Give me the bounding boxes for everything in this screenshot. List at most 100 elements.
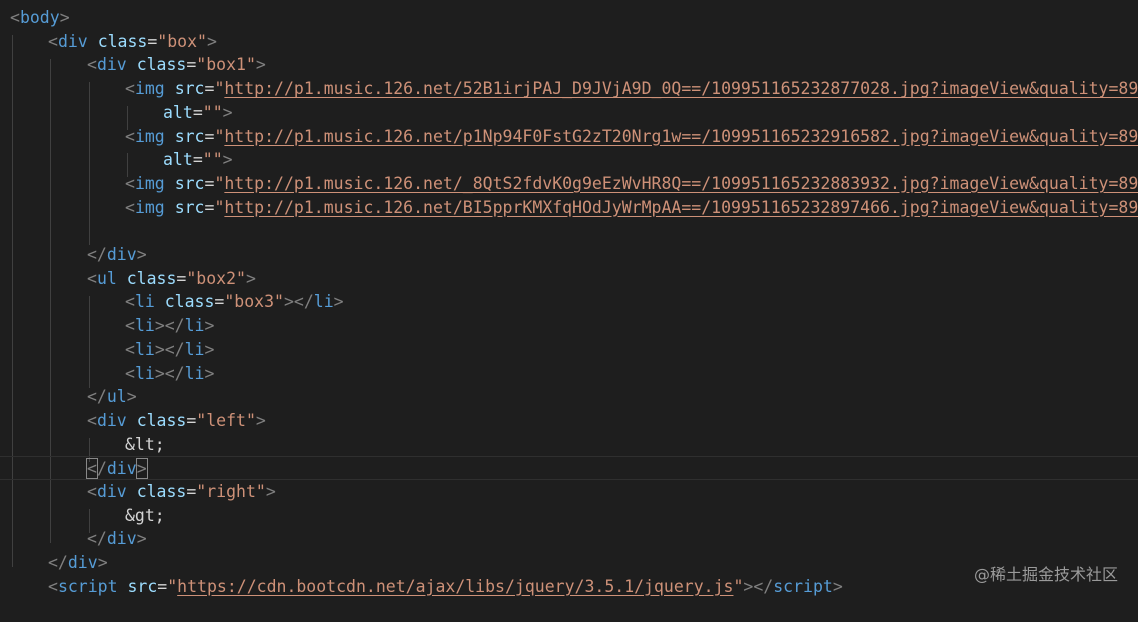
- equals-sign: =: [147, 32, 157, 51]
- bracket: >: [137, 529, 147, 548]
- code-line[interactable]: <li></li>: [0, 314, 1138, 338]
- tag-name: div: [97, 482, 127, 501]
- code-line[interactable]: <script src="https://cdn.bootcdn.net/aja…: [0, 575, 1138, 599]
- bracket: >: [205, 340, 215, 359]
- quote: ": [167, 577, 177, 596]
- attribute-name: class: [137, 482, 187, 501]
- bracket: >: [334, 292, 344, 311]
- code-line[interactable]: <img src="http://p1.music.126.net/52B1ir…: [0, 77, 1138, 101]
- quote: ": [214, 174, 224, 193]
- attribute-name: alt: [163, 150, 193, 169]
- bracket: <: [87, 411, 97, 430]
- equals-sign: =: [214, 292, 224, 311]
- code-line[interactable]: </div>: [0, 551, 1138, 575]
- code-line[interactable]: <img src="http://p1.music.126.net/_8QtS2…: [0, 172, 1138, 196]
- code-line[interactable]: <div class="box1">: [0, 53, 1138, 77]
- code-line[interactable]: <img src="http://p1.music.126.net/BI5ppr…: [0, 196, 1138, 220]
- url-link[interactable]: http://p1.music.126.net/_8QtS2fdvK0g9eEz…: [224, 174, 1138, 193]
- quote: ": [256, 482, 266, 501]
- code-line[interactable]: </ul>: [0, 385, 1138, 409]
- code-line-current[interactable]: </div>: [0, 456, 1138, 480]
- attribute-name: class: [137, 411, 187, 430]
- quote: ": [196, 55, 206, 74]
- tag-name: li: [314, 292, 334, 311]
- bracket: >: [833, 577, 843, 596]
- tag-name: div: [107, 459, 137, 478]
- bracket-match-highlight: >: [137, 459, 147, 478]
- tag-name: li: [185, 340, 205, 359]
- bracket: <: [10, 8, 20, 27]
- equals-sign: =: [193, 150, 203, 169]
- code-line[interactable]: <ul class="box2">: [0, 267, 1138, 291]
- bracket: </: [48, 553, 68, 572]
- code-line-partial: [0, 599, 1138, 622]
- bracket: >: [127, 387, 137, 406]
- bracket: </: [87, 529, 107, 548]
- code-line[interactable]: </div>: [0, 243, 1138, 267]
- tag-name: li: [135, 340, 155, 359]
- attribute-name: src: [175, 79, 205, 98]
- attribute-name: src: [175, 174, 205, 193]
- attribute-value: box: [167, 32, 197, 51]
- bracket: >: [60, 8, 70, 27]
- code-line[interactable]: alt="">: [0, 148, 1138, 172]
- code-line[interactable]: <li></li>: [0, 362, 1138, 386]
- code-editor[interactable]: <body> <div class="box"> <div class="box…: [0, 0, 1138, 605]
- code-line[interactable]: <body>: [0, 6, 1138, 30]
- quote: ": [157, 32, 167, 51]
- bracket: <: [125, 198, 135, 217]
- attribute-value: box2: [196, 269, 236, 288]
- attribute-name: src: [175, 127, 205, 146]
- quote: ": [236, 269, 246, 288]
- tag-name: script: [773, 577, 833, 596]
- code-line[interactable]: <li></li>: [0, 338, 1138, 362]
- bracket: </: [87, 245, 107, 264]
- bracket: ></: [155, 340, 185, 359]
- url-link[interactable]: http://p1.music.126.net/p1Np94F0FstG2zT2…: [224, 127, 1138, 146]
- code-line[interactable]: [0, 219, 1138, 243]
- url-link[interactable]: http://p1.music.126.net/52B1irjPAJ_D9JVj…: [224, 79, 1138, 98]
- entity-text: &lt;: [125, 435, 165, 454]
- bracket: >: [256, 55, 266, 74]
- equals-sign: =: [193, 103, 203, 122]
- bracket: ></: [284, 292, 314, 311]
- bracket: >: [205, 316, 215, 335]
- code-line[interactable]: alt="">: [0, 101, 1138, 125]
- attribute-name: src: [175, 198, 205, 217]
- quote: ": [733, 577, 743, 596]
- equals-sign: =: [205, 79, 215, 98]
- tag-name: body: [20, 8, 60, 27]
- tag-name: div: [107, 529, 137, 548]
- tag-name: li: [185, 316, 205, 335]
- bracket: <: [125, 316, 135, 335]
- url-link[interactable]: https://cdn.bootcdn.net/ajax/libs/jquery…: [177, 577, 733, 596]
- bracket: <: [125, 127, 135, 146]
- quote: ": [203, 150, 213, 169]
- code-line[interactable]: <div class="right">: [0, 480, 1138, 504]
- bracket: >: [266, 482, 276, 501]
- url-link[interactable]: http://p1.music.126.net/BI5pprKMXfqHOdJy…: [224, 198, 1138, 217]
- code-line[interactable]: <div class="left">: [0, 409, 1138, 433]
- code-line[interactable]: <li class="box3"></li>: [0, 290, 1138, 314]
- code-line[interactable]: <div class="box">: [0, 30, 1138, 54]
- tag-name: li: [185, 364, 205, 383]
- code-line[interactable]: </div>: [0, 527, 1138, 551]
- bracket: >: [223, 103, 233, 122]
- equals-sign: =: [205, 174, 215, 193]
- partial-comment: [90, 601, 497, 620]
- watermark: @稀土掘金技术社区: [974, 561, 1118, 585]
- tag-name: li: [135, 316, 155, 335]
- bracket: >: [205, 364, 215, 383]
- quote: ": [186, 269, 196, 288]
- code-line[interactable]: &gt;: [0, 504, 1138, 528]
- tag-name: img: [135, 79, 165, 98]
- quote: ": [224, 292, 234, 311]
- bracket: >: [137, 245, 147, 264]
- code-line[interactable]: <img src="http://p1.music.126.net/p1Np94…: [0, 125, 1138, 149]
- tag-name: div: [97, 411, 127, 430]
- quote: ": [246, 55, 256, 74]
- tag-name: div: [97, 55, 127, 74]
- code-line[interactable]: &lt;: [0, 433, 1138, 457]
- entity-text: &gt;: [125, 506, 165, 525]
- tag-name: img: [135, 127, 165, 146]
